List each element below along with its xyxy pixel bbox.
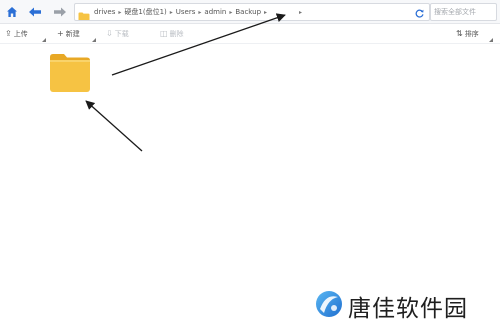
upload-icon: ⇪ <box>5 29 12 38</box>
chevron-right-icon: ▸ <box>299 8 303 16</box>
download-icon: ⇩ <box>106 29 113 38</box>
delete-button[interactable]: ◫ 删除 <box>160 28 184 40</box>
chevron-right-icon: ▸ <box>264 8 268 16</box>
address-bar[interactable]: drives ▸ 硬盘1(盘位1) ▸ Users ▸ admin ▸ Back… <box>74 3 430 21</box>
folder-item[interactable] <box>49 51 91 93</box>
plus-icon: + <box>57 29 64 38</box>
breadcrumb-item-backup[interactable]: Backup <box>233 8 263 16</box>
breadcrumb: drives ▸ 硬盘1(盘位1) ▸ Users ▸ admin ▸ Back… <box>92 4 303 20</box>
breadcrumb-item-disk1[interactable]: 硬盘1(盘位1) <box>122 7 168 17</box>
new-dropdown-caret-icon[interactable] <box>92 38 96 42</box>
toolbar: ⇪ 上传 + 新建 ⇩ 下载 ◫ 删除 ⇅ 排序 <box>0 24 500 44</box>
delete-label: 删除 <box>169 30 184 38</box>
upload-dropdown-caret-icon[interactable] <box>42 38 46 42</box>
upload-button[interactable]: ⇪ 上传 <box>5 28 28 40</box>
arrow-left-icon <box>28 3 42 22</box>
watermark: 唐佳软件园 <box>314 289 468 323</box>
sort-icon: ⇅ <box>456 29 463 38</box>
refresh-icon <box>415 4 424 20</box>
home-icon <box>6 3 18 22</box>
upload-label: 上传 <box>13 30 28 38</box>
folder-icon <box>78 7 90 20</box>
new-button[interactable]: + 新建 <box>57 28 80 40</box>
sort-dropdown-caret-icon[interactable] <box>489 38 493 42</box>
download-button[interactable]: ⇩ 下载 <box>106 28 129 40</box>
new-label: 新建 <box>65 30 80 38</box>
sort-button[interactable]: ⇅ 排序 <box>456 28 479 40</box>
download-label: 下载 <box>114 30 129 38</box>
home-button[interactable] <box>3 3 21 21</box>
refresh-button[interactable] <box>412 5 426 19</box>
breadcrumb-item-admin[interactable]: admin <box>202 8 228 16</box>
watermark-logo-icon <box>314 289 344 323</box>
trash-icon: ◫ <box>160 29 168 38</box>
breadcrumb-item-users[interactable]: Users <box>174 8 198 16</box>
search-input[interactable]: 搜索全部文件 <box>430 3 497 21</box>
arrow-right-icon <box>53 3 67 22</box>
back-button[interactable] <box>26 3 44 21</box>
folder-icon <box>49 54 91 97</box>
navigation-bar: drives ▸ 硬盘1(盘位1) ▸ Users ▸ admin ▸ Back… <box>0 0 500 24</box>
sort-label: 排序 <box>464 30 479 38</box>
watermark-text: 唐佳软件园 <box>348 296 468 322</box>
breadcrumb-item-drives[interactable]: drives <box>92 8 117 16</box>
forward-button[interactable] <box>51 3 69 21</box>
